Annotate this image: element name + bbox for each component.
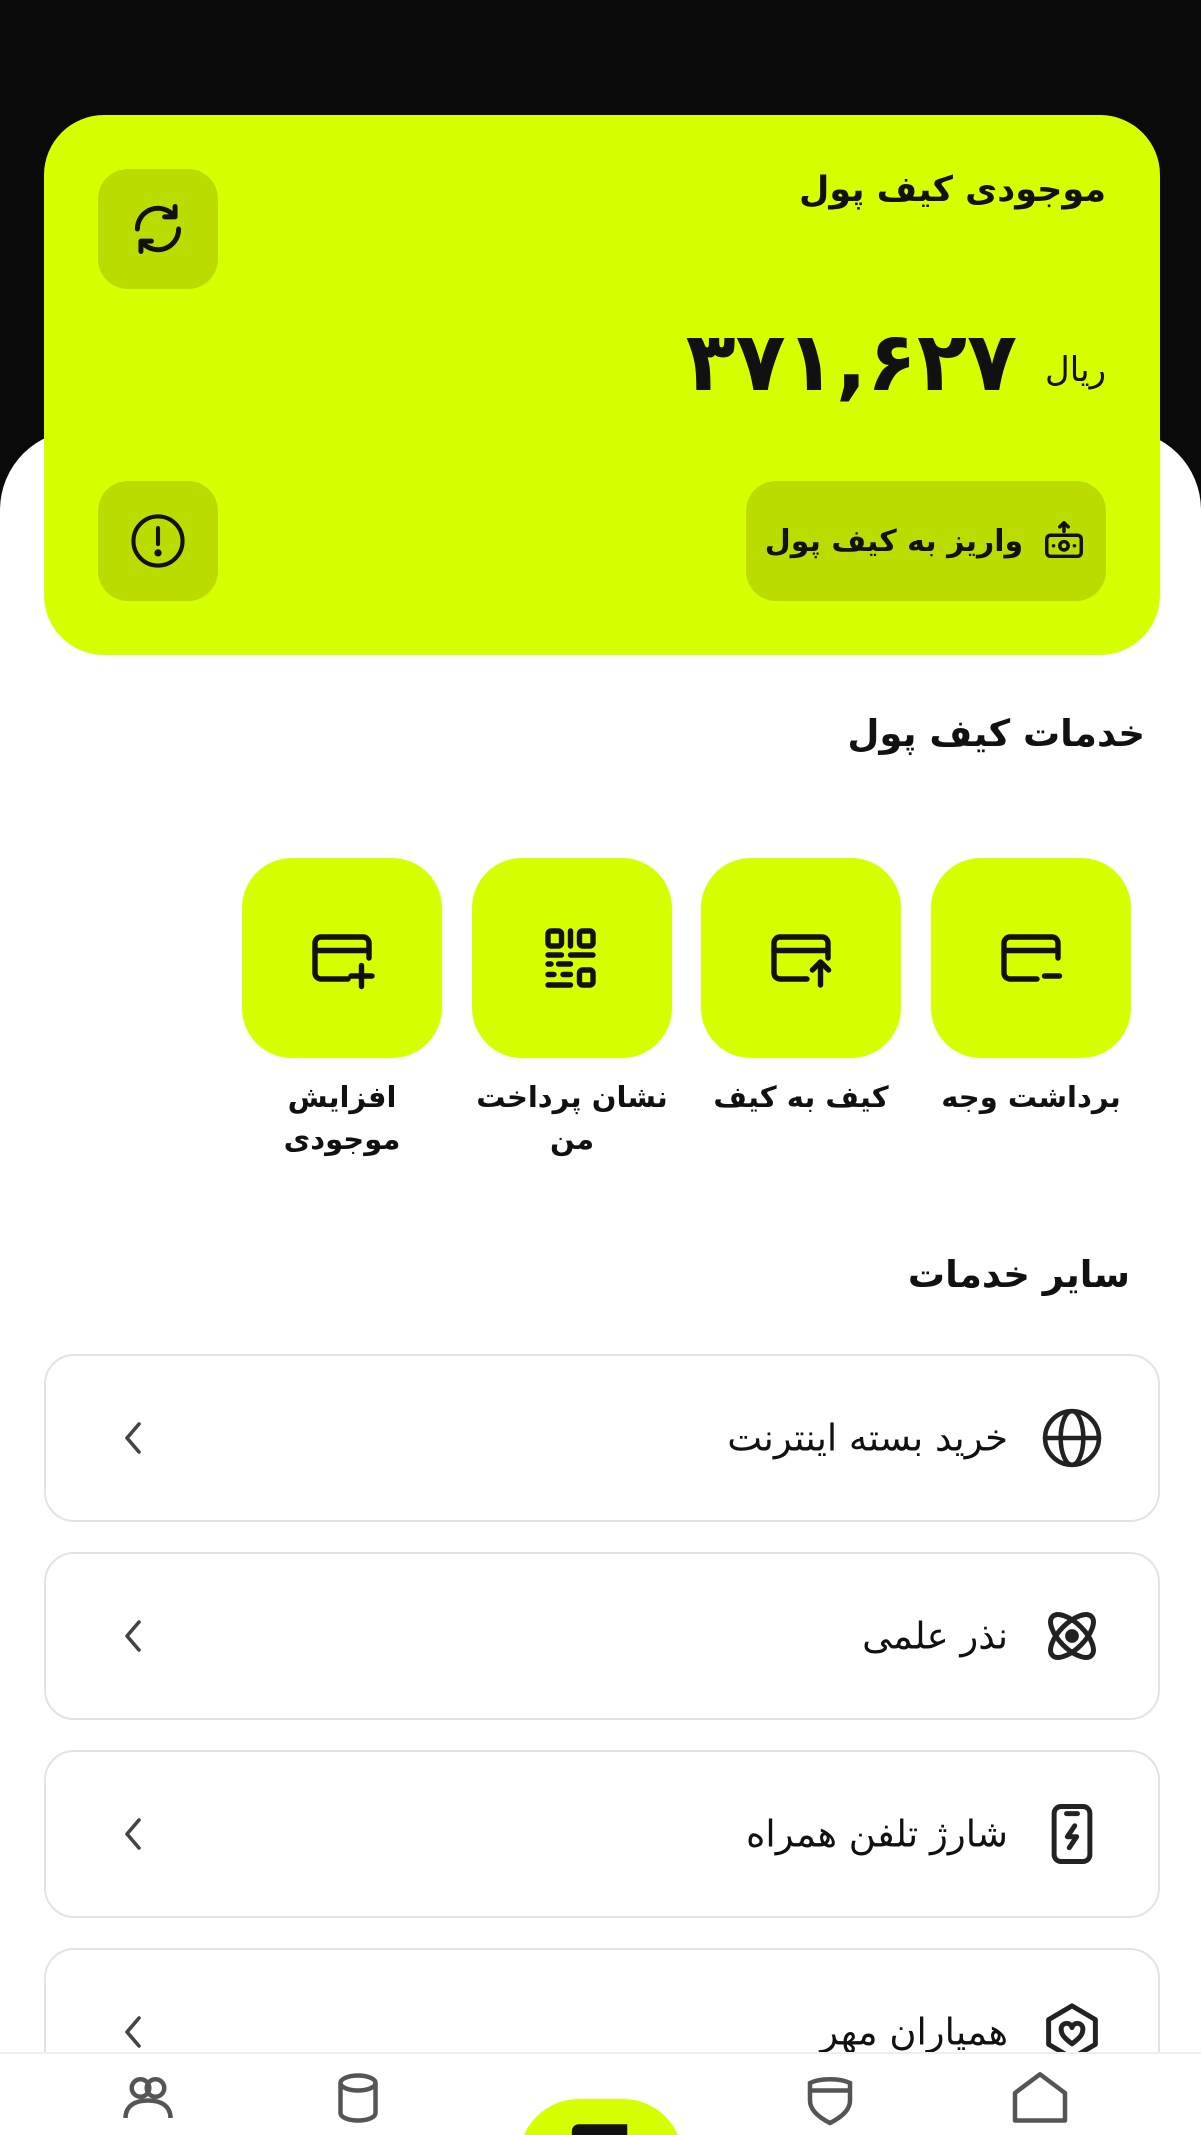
atom-icon: [1048, 1612, 1096, 1660]
nav-item-wallet[interactable]: [519, 2099, 683, 2135]
service-label: کیف به کیف: [713, 1080, 889, 1114]
list-item-icon: [1038, 1404, 1106, 1472]
service-label: برداشت وجه: [941, 1080, 1121, 1114]
service-tile-box[interactable]: [701, 858, 901, 1058]
list-item-scientific-vow[interactable]: نذر علمی: [44, 1552, 1160, 1720]
list-item-label: همیاران مهر: [820, 2010, 1008, 2054]
nav-item-friends[interactable]: [108, 2068, 188, 2135]
chevron-left-icon: [118, 1616, 148, 1656]
chevron-left-icon: [118, 2012, 148, 2052]
nav-item-home[interactable]: [1000, 2068, 1080, 2135]
chevron-left-icon: [118, 1418, 148, 1458]
shield-icon: [807, 2077, 853, 2126]
chevron-left-icon: [118, 1814, 148, 1854]
list-item-label: نذر علمی: [862, 1614, 1008, 1658]
users-icon: [123, 2077, 173, 2119]
service-my-payment-code[interactable]: نشان پرداخت من: [472, 858, 672, 1160]
list-item-icon: [1038, 1800, 1106, 1868]
balance-amount: ۳۷۱,۶۲۷: [685, 315, 1018, 410]
info-button[interactable]: [98, 481, 218, 601]
wallet-title: موجودی کیف پول: [799, 170, 1106, 210]
wallet-balance-card: موجودی کیف پول ۳۷۱,۶۲۷ ریال واریز به کیف…: [44, 115, 1160, 655]
coins-icon: [338, 2073, 378, 2123]
refresh-icon: [134, 203, 182, 255]
home-icon: [1012, 2072, 1068, 2123]
deposit-to-wallet-button[interactable]: واریز به کیف پول: [746, 481, 1106, 601]
card-upload-icon: [771, 934, 832, 988]
qr-code-icon: [545, 928, 596, 988]
service-wallet-to-wallet[interactable]: کیف به کیف: [701, 858, 901, 1118]
bottom-navigation: [0, 2052, 1201, 2135]
service-tile-box[interactable]: [242, 858, 442, 1058]
balance-row: ۳۷۱,۶۲۷ ریال: [686, 315, 1106, 410]
service-withdraw[interactable]: برداشت وجه: [931, 858, 1131, 1118]
wallet-services-title: خدمات کیف پول: [847, 712, 1145, 755]
service-tile-box[interactable]: [472, 858, 672, 1058]
service-label: نشان پرداخت من: [476, 1080, 668, 1157]
service-label: افزایش موجودی: [283, 1080, 401, 1157]
wallet-icon: [571, 2124, 628, 2135]
service-increase-balance[interactable]: افزایش موجودی: [242, 858, 442, 1160]
service-tile-box[interactable]: [931, 858, 1131, 1058]
deposit-label: واریز به کیف پول: [764, 523, 1024, 559]
nav-item-coins[interactable]: [318, 2068, 398, 2135]
phone-charge-icon: [1051, 1804, 1093, 1864]
list-item-label: خرید بسته اینترنت: [727, 1416, 1008, 1460]
list-item-label: شارژ تلفن همراه: [746, 1812, 1008, 1856]
card-minus-icon: [1001, 934, 1063, 982]
globe-icon: [1042, 1408, 1102, 1468]
nav-item-insurance[interactable]: [790, 2068, 870, 2135]
currency-label: ریال: [1045, 349, 1106, 390]
info-icon: [131, 514, 185, 568]
list-item-mobile-charge[interactable]: شارژ تلفن همراه: [44, 1750, 1160, 1918]
card-plus-icon: [312, 934, 375, 990]
list-item-internet-package[interactable]: خرید بسته اینترنت: [44, 1354, 1160, 1522]
refresh-button[interactable]: [98, 169, 218, 289]
other-services-title: سایر خدمات: [907, 1253, 1130, 1296]
cash-deposit-icon: [1045, 521, 1084, 559]
list-item-icon: [1038, 1602, 1106, 1670]
